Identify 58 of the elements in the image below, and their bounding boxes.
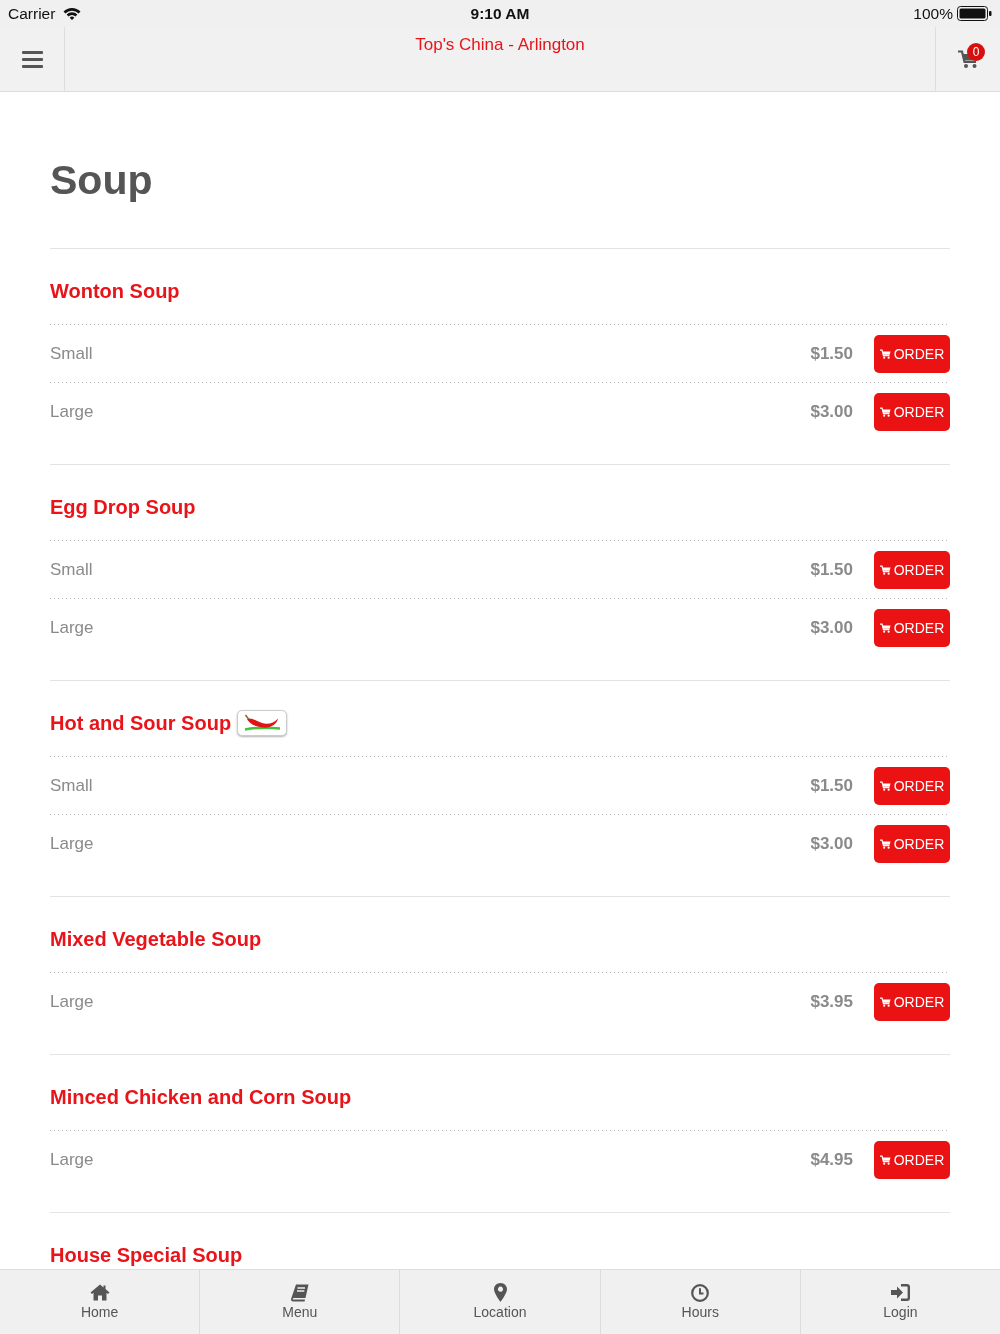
cart-button[interactable]: 0 [935,27,1000,91]
dish-name: Egg Drop Soup [50,495,196,520]
wifi-icon [63,7,82,20]
order-button[interactable]: ORDER [874,334,950,373]
status-time: 9:10 AM [470,4,530,23]
dish-name: Mixed Vegetable Soup [50,927,262,952]
dish-name: Minced Chicken and Corn Soup [50,1085,352,1110]
item-price: $4.95 [810,1149,853,1170]
menu-icon [21,50,43,68]
book-icon [290,1283,309,1302]
portion-size: Small [50,559,93,580]
portion-size: Large [50,401,94,422]
portion-size: Small [50,343,93,364]
cart-icon [879,348,891,359]
nav-tab[interactable]: Hours [600,1270,801,1334]
portion-size: Large [50,1149,94,1170]
cart-icon [879,996,891,1007]
sign-in-icon [890,1284,910,1301]
cart-icon [879,838,891,849]
nav-tab[interactable]: Location [400,1270,601,1334]
portion-size: Large [50,617,94,638]
item-price: $3.00 [810,401,853,422]
order-button[interactable]: ORDER [874,982,950,1021]
order-button[interactable]: ORDER [874,1140,950,1179]
cart-icon [879,622,891,633]
location-pin-icon [493,1283,507,1302]
cart-icon [879,780,891,791]
portion-size: Large [50,991,94,1012]
clock-icon [691,1283,710,1302]
header-title: Top's China - Arlington [415,34,585,56]
page-title: Soup [50,156,153,204]
home-icon [89,1284,110,1301]
dish-name: House Special Soup [50,1243,243,1268]
cart-icon [879,1154,891,1165]
order-button[interactable]: ORDER [874,824,950,863]
order-button[interactable]: ORDER [874,550,950,589]
item-price: $3.00 [810,833,853,854]
nav-tab[interactable]: Menu [200,1270,401,1334]
order-button[interactable]: ORDER [874,608,950,647]
order-button[interactable]: ORDER [874,766,950,805]
order-button[interactable]: ORDER [874,392,950,431]
item-price: $1.50 [810,343,853,364]
battery-percentage: 100% [913,4,953,23]
battery-icon [957,6,992,21]
item-price: $3.00 [810,617,853,638]
cart-icon [879,564,891,575]
nav-tab[interactable]: Login [800,1270,1000,1334]
carrier-name: Carrier [8,4,56,23]
cart-count-badge: 0 [967,43,985,61]
dish-name: Wonton Soup [50,279,180,304]
portion-size: Small [50,775,93,796]
cart-icon [879,406,891,417]
nav-tab[interactable]: Home [0,1270,201,1334]
dish-name: Hot and Sour Soup [50,711,232,736]
portion-size: Large [50,833,94,854]
item-price: $3.95 [810,991,853,1012]
item-price: $1.50 [810,559,853,580]
item-price: $1.50 [810,775,853,796]
